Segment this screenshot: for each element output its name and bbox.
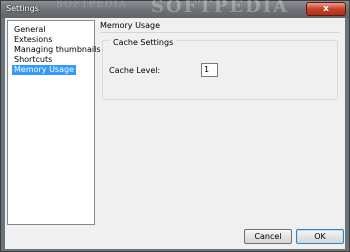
- window-title: Settings: [6, 4, 39, 13]
- watermark-small: SOFTPEDIA: [56, 0, 127, 10]
- title-divider: [100, 32, 340, 33]
- settings-window: SOFTPEDIA Settings SOFTPEDIA x General E…: [0, 0, 350, 252]
- dialog-client-area: General Extesions Managing thumbnails Sh…: [5, 18, 345, 249]
- page-title: Memory Usage: [100, 21, 161, 30]
- tree-item-managing-thumbnails[interactable]: Managing thumbnails: [12, 45, 103, 55]
- settings-category-tree[interactable]: General Extesions Managing thumbnails Sh…: [7, 20, 101, 225]
- title-bar[interactable]: SOFTPEDIA Settings SOFTPEDIA x: [1, 0, 349, 18]
- cache-level-label: Cache Level:: [109, 66, 161, 75]
- cancel-button[interactable]: Cancel: [244, 229, 292, 244]
- tree-item-general[interactable]: General: [12, 25, 48, 35]
- cache-settings-group-label: Cache Settings: [110, 38, 177, 47]
- watermark: SOFTPEDIA: [151, 0, 290, 17]
- tree-item-memory-usage[interactable]: Memory Usage: [12, 65, 77, 75]
- tree-item-shortcuts[interactable]: Shortcuts: [12, 55, 54, 65]
- ok-button[interactable]: OK: [296, 229, 344, 244]
- cache-level-input[interactable]: 1: [201, 63, 218, 77]
- close-button[interactable]: x: [306, 2, 346, 16]
- tree-item-extesions[interactable]: Extesions: [12, 35, 54, 45]
- close-icon: x: [323, 4, 329, 14]
